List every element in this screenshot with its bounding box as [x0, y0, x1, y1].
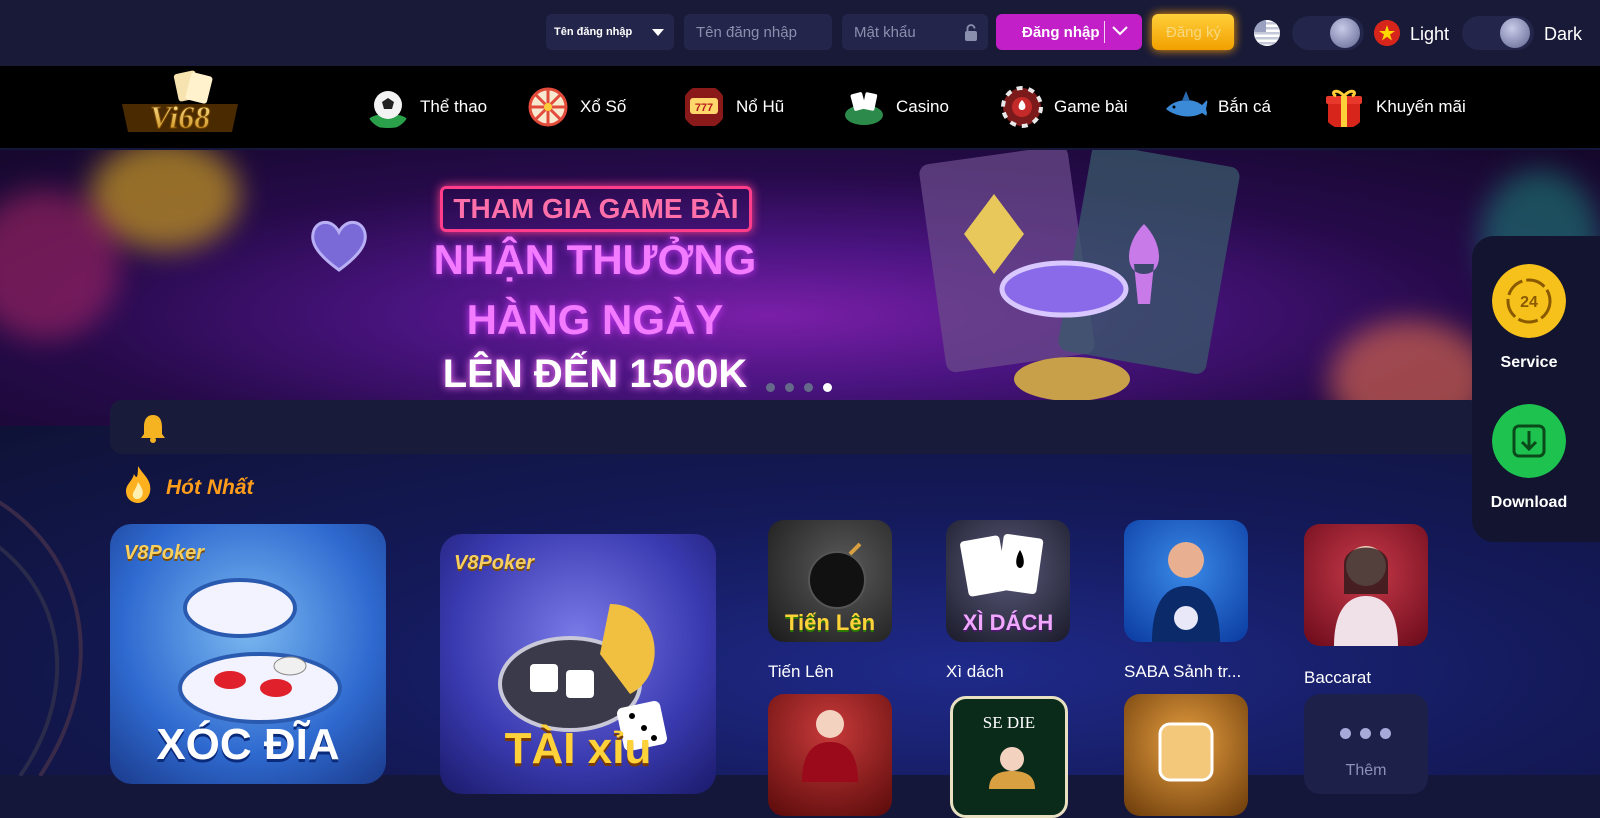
banner-headline: THAM GIA GAME BÀI	[440, 186, 752, 232]
tile-art-title: Tiến Lên	[784, 610, 876, 635]
lock-icon[interactable]	[964, 24, 978, 42]
bomb-art	[808, 542, 866, 609]
cards-art	[960, 534, 1044, 597]
toggle-knob	[1500, 18, 1530, 48]
game-tile-sedie[interactable]: SE DIE	[950, 696, 1068, 818]
shark-icon	[1166, 91, 1208, 117]
card-brand: V8Poker	[454, 552, 535, 574]
nav-item-sports[interactable]: Thể thao	[366, 84, 487, 130]
lottery-wheel-icon	[528, 87, 568, 127]
dealer-art	[802, 710, 858, 782]
xoc-dia-art	[178, 578, 342, 724]
register-button[interactable]: Đăng ký	[1152, 14, 1234, 50]
light-label: Light	[1410, 24, 1450, 44]
nav-item-promotions[interactable]: Khuyến mãi	[1322, 84, 1466, 130]
section-title: Hót Nhất	[166, 476, 254, 499]
chevron-down-icon	[652, 29, 664, 36]
logo-text: Vi68	[150, 99, 210, 135]
player-art	[1152, 542, 1220, 642]
dark-mode-toggle[interactable]	[1462, 16, 1534, 50]
us-flag-icon[interactable]	[1254, 20, 1280, 46]
service-label[interactable]: Service	[1469, 354, 1589, 372]
casino-cards-icon	[845, 92, 883, 125]
gift-box-icon	[1326, 89, 1362, 127]
more-label: Thêm	[1345, 762, 1387, 779]
light-mode-toggle[interactable]	[1292, 16, 1364, 50]
nav-item-fishing[interactable]: Bắn cá	[1164, 84, 1271, 130]
carousel-dot[interactable]	[804, 383, 813, 392]
divider	[1104, 21, 1105, 43]
nav-label: Bắn cá	[1218, 97, 1271, 116]
game-card-xoc-dia[interactable]: V8Poker XÓC ĐĨA	[110, 524, 386, 784]
carousel-dots	[766, 383, 832, 392]
game-label[interactable]: Xì dách	[946, 662, 1004, 682]
game-tile-tien-len[interactable]: Tiến Lên	[768, 520, 892, 642]
service-24h-icon[interactable]: 24	[1492, 264, 1566, 338]
card-title: XÓC ĐĨA	[156, 720, 340, 769]
game-label[interactable]: SABA Sảnh tr...	[1124, 662, 1241, 682]
game-tile-saba[interactable]	[1124, 520, 1248, 642]
more-dots-icon	[1340, 728, 1391, 739]
slot-machine-icon: 777	[685, 88, 723, 126]
nav-label: Game bài	[1054, 97, 1128, 116]
login-button[interactable]: Đăng nhập	[996, 14, 1142, 50]
game-tile[interactable]	[768, 694, 892, 816]
nav-label: Thể thao	[420, 97, 488, 116]
soccer-ball-icon	[368, 91, 408, 128]
carousel-dot[interactable]	[785, 383, 794, 392]
carousel-dot[interactable]	[766, 383, 775, 392]
register-label: Đăng ký	[1166, 24, 1222, 41]
jar-art	[1158, 722, 1214, 782]
svg-text:777: 777	[695, 102, 713, 114]
dealer-art	[1334, 546, 1398, 646]
announcement-bar[interactable]	[110, 400, 1482, 454]
toggle-knob	[1330, 18, 1360, 48]
tile-art-title: XÌ DÁCH	[962, 610, 1054, 635]
card-title: TÀI xỉu	[504, 724, 652, 773]
game-label[interactable]: Tiến Lên	[768, 662, 834, 682]
chevron-down-icon[interactable]	[1112, 26, 1128, 36]
game-tile-baccarat[interactable]	[1304, 524, 1428, 646]
game-card-tai-xiu[interactable]: V8Poker TÀI xỉu	[440, 534, 716, 794]
username-input[interactable]	[684, 14, 832, 50]
more-games-button[interactable]: Thêm	[1304, 694, 1428, 794]
heart-decoration	[311, 220, 367, 272]
nav-item-casino[interactable]: Casino	[842, 84, 949, 130]
game-tile[interactable]	[1124, 694, 1248, 816]
login-type-label: Tên đăng nhập	[554, 26, 633, 38]
vietnam-flag-icon[interactable]	[1374, 20, 1400, 46]
nav-item-slots[interactable]: 777 Nổ Hũ	[682, 84, 784, 130]
login-label: Đăng nhập	[1022, 24, 1100, 41]
carousel-dot-active[interactable]	[823, 383, 832, 392]
dealer-art	[989, 747, 1035, 789]
card-brand: V8Poker	[124, 542, 205, 564]
game-tile-xi-dach[interactable]: XÌ DÁCH	[946, 520, 1070, 642]
download-label[interactable]: Download	[1469, 494, 1589, 512]
game-label[interactable]: Baccarat	[1304, 668, 1371, 688]
download-icon[interactable]	[1492, 404, 1566, 478]
nav-label: Xổ Số	[580, 97, 627, 116]
nav-label: Nổ Hũ	[736, 97, 785, 116]
nav-item-lottery[interactable]: Xổ Số	[526, 84, 626, 130]
dark-label: Dark	[1544, 24, 1583, 44]
playing-cards-art	[919, 150, 1240, 401]
banner-line: HÀNG NGÀY	[466, 296, 724, 343]
nav-item-card-games[interactable]: Game bài	[1000, 84, 1128, 130]
login-type-select[interactable]: Tên đăng nhập	[546, 14, 674, 50]
banner-amount: LÊN ĐẾN 1500K	[442, 352, 748, 396]
nav-label: Khuyến mãi	[1376, 97, 1466, 116]
tile-art-title: SE DIE	[982, 713, 1036, 732]
bell-icon	[141, 415, 165, 443]
banner-line: NHẬN THƯỞNG	[433, 236, 757, 283]
poker-chip-icon	[1001, 86, 1043, 128]
vi68-logo[interactable]: Vi68	[116, 68, 244, 144]
flame-icon	[126, 466, 151, 503]
nav-label: Casino	[896, 97, 949, 116]
service-badge: 24	[1520, 294, 1538, 311]
